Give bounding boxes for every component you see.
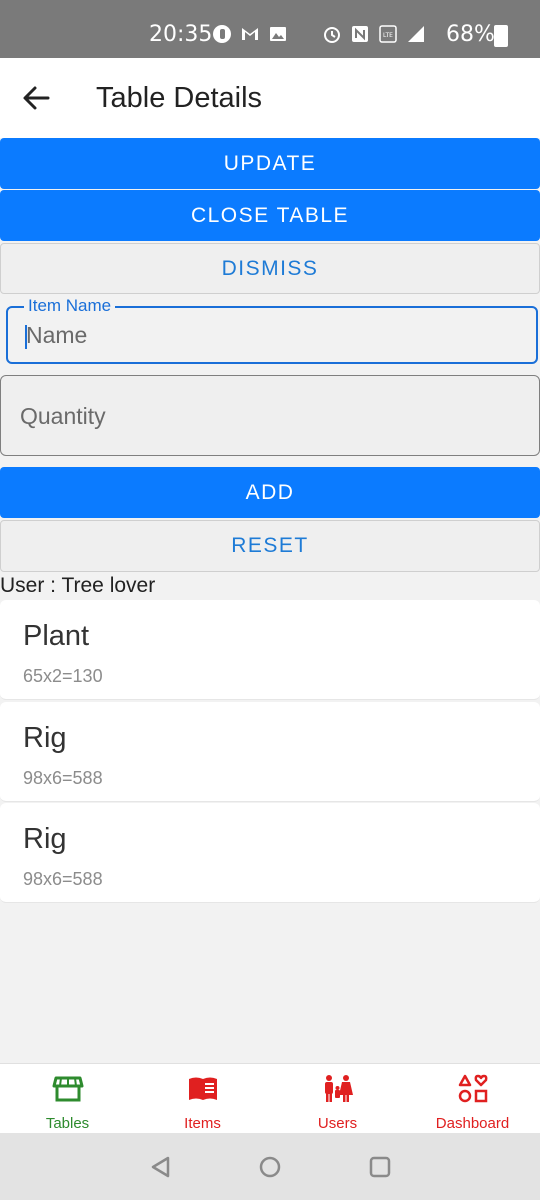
nav-dashboard-label: Dashboard [435,1115,510,1132]
quantity-placeholder: Quantity [20,403,106,429]
system-recents-icon[interactable] [367,1155,393,1179]
nav-dashboard[interactable]: Dashboard [405,1064,540,1134]
system-home-icon[interactable] [257,1155,283,1179]
volte-icon: LTE [379,25,397,43]
add-button[interactable]: ADD [0,467,540,518]
nav-tables-label: Tables [45,1115,90,1132]
item-calculation: 65x2=130 [23,666,103,686]
gallery-icon [270,27,286,41]
status-bar: 20:35 LTE 68% [0,0,540,58]
battery-percent: 68% [446,22,495,47]
user-label: User : Tree lover [0,574,156,597]
item-calculation: 98x6=588 [23,768,103,788]
status-time: 20:35 [149,22,213,47]
close-table-button[interactable]: CLOSE TABLE [0,190,540,241]
nav-items-label: Items [184,1115,221,1132]
item-name: Plant [23,620,90,652]
update-button[interactable]: UPDATE [0,138,540,189]
item-calculation: 98x6=588 [23,869,103,889]
reset-button[interactable]: RESET [0,520,540,572]
store-icon [52,1076,84,1102]
item-name-label: Item Name [24,296,116,316]
system-back-icon[interactable] [148,1155,174,1179]
battery-icon [494,25,508,47]
back-arrow-icon[interactable] [18,80,54,116]
item-name-placeholder: Name [26,322,88,348]
gmail-icon [242,28,258,40]
app-bar: Table Details [0,58,540,138]
signal-icon [408,26,424,42]
item-name: Rig [23,823,67,855]
nav-items[interactable]: Items [135,1064,270,1134]
notification-icons [212,24,288,44]
list-item[interactable]: Rig 98x6=588 [0,702,540,802]
nfc-icon [352,26,368,42]
dismiss-button[interactable]: DISMISS [0,243,540,294]
nav-tables[interactable]: Tables [0,1064,135,1134]
opera-icon [213,25,231,43]
family-icon [325,1075,353,1102]
menu-book-icon [189,1077,217,1100]
bottom-navigation: Tables Items Users Dashboard [0,1063,540,1133]
nav-users-label: Users [317,1115,358,1132]
list-item[interactable]: Plant 65x2=130 [0,600,540,700]
nav-users[interactable]: Users [270,1064,405,1134]
shapes-icon [458,1074,488,1103]
list-item[interactable]: Rig 98x6=588 [0,803,540,903]
system-navigation-bar [0,1133,540,1200]
svg-text:LTE: LTE [383,32,393,39]
system-icons: LTE [322,24,426,44]
page-title: Table Details [96,82,263,114]
quantity-field[interactable]: Quantity [0,375,540,456]
alarm-icon [324,27,340,43]
item-name: Rig [23,722,67,754]
item-name-field[interactable]: Item Name Name [6,296,538,364]
